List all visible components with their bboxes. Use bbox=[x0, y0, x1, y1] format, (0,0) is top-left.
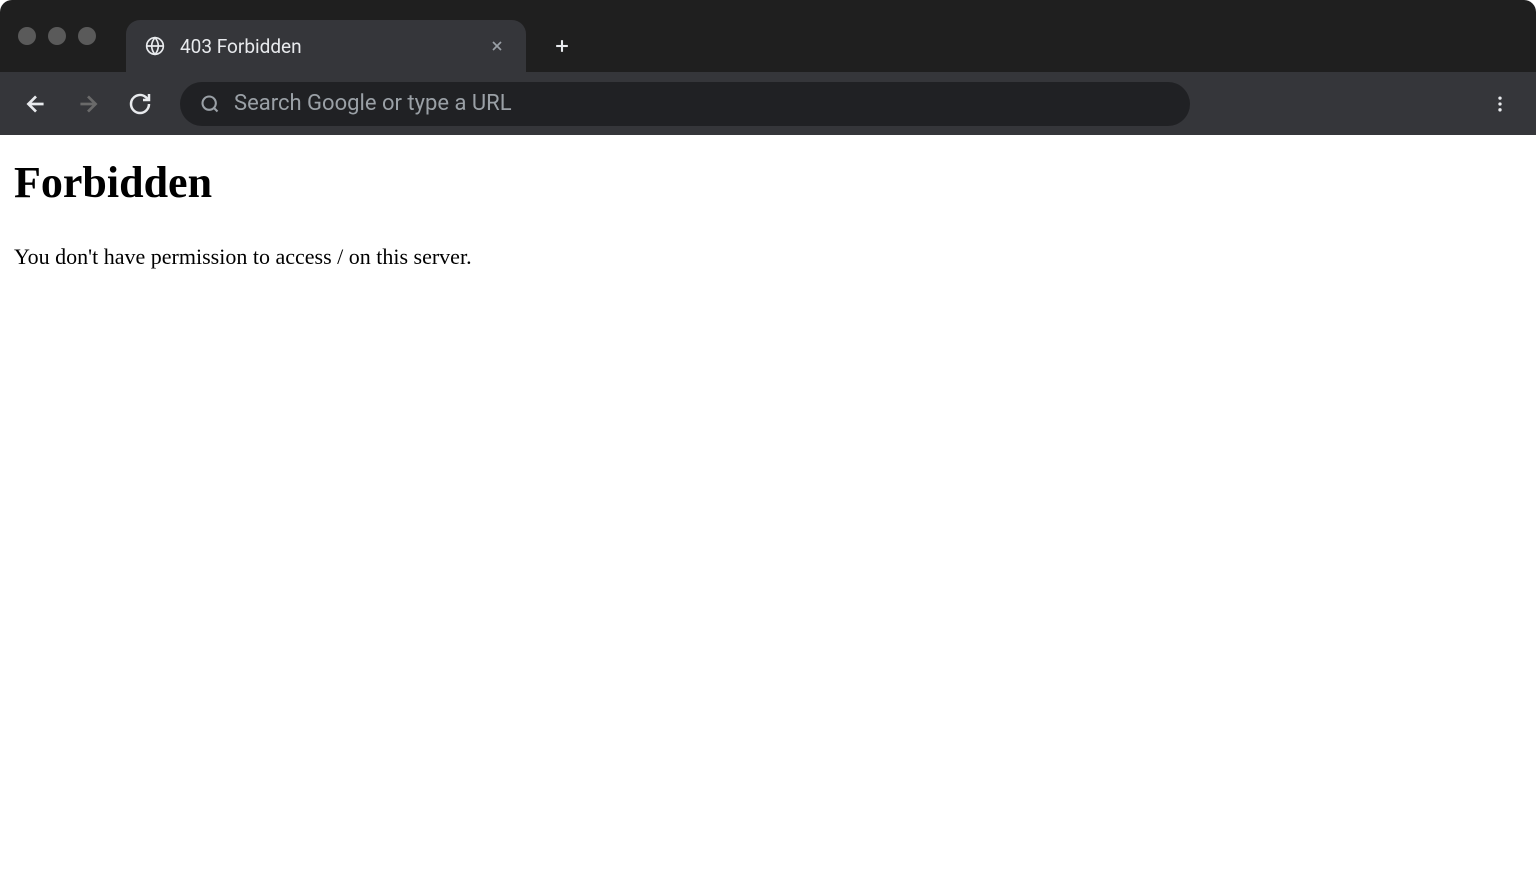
search-icon bbox=[200, 94, 220, 114]
reload-button[interactable] bbox=[118, 82, 162, 126]
browser-chrome: 403 Forbidden bbox=[0, 0, 1536, 135]
browser-menu-button[interactable] bbox=[1478, 82, 1522, 126]
window-maximize-button[interactable] bbox=[78, 27, 96, 45]
browser-toolbar bbox=[0, 72, 1536, 135]
globe-icon bbox=[144, 35, 166, 57]
address-input[interactable] bbox=[234, 91, 1170, 116]
new-tab-button[interactable] bbox=[542, 26, 582, 66]
browser-tab[interactable]: 403 Forbidden bbox=[126, 20, 526, 72]
window-controls bbox=[18, 27, 96, 45]
address-bar[interactable] bbox=[180, 82, 1190, 126]
forward-button[interactable] bbox=[66, 82, 110, 126]
title-bar: 403 Forbidden bbox=[0, 0, 1536, 72]
error-heading: Forbidden bbox=[14, 157, 1522, 208]
back-button[interactable] bbox=[14, 82, 58, 126]
error-message: You don't have permission to access / on… bbox=[14, 244, 1522, 270]
page-content: Forbidden You don't have permission to a… bbox=[0, 135, 1536, 881]
window-minimize-button[interactable] bbox=[48, 27, 66, 45]
close-tab-button[interactable] bbox=[486, 35, 508, 57]
window-close-button[interactable] bbox=[18, 27, 36, 45]
tab-title: 403 Forbidden bbox=[180, 35, 472, 58]
